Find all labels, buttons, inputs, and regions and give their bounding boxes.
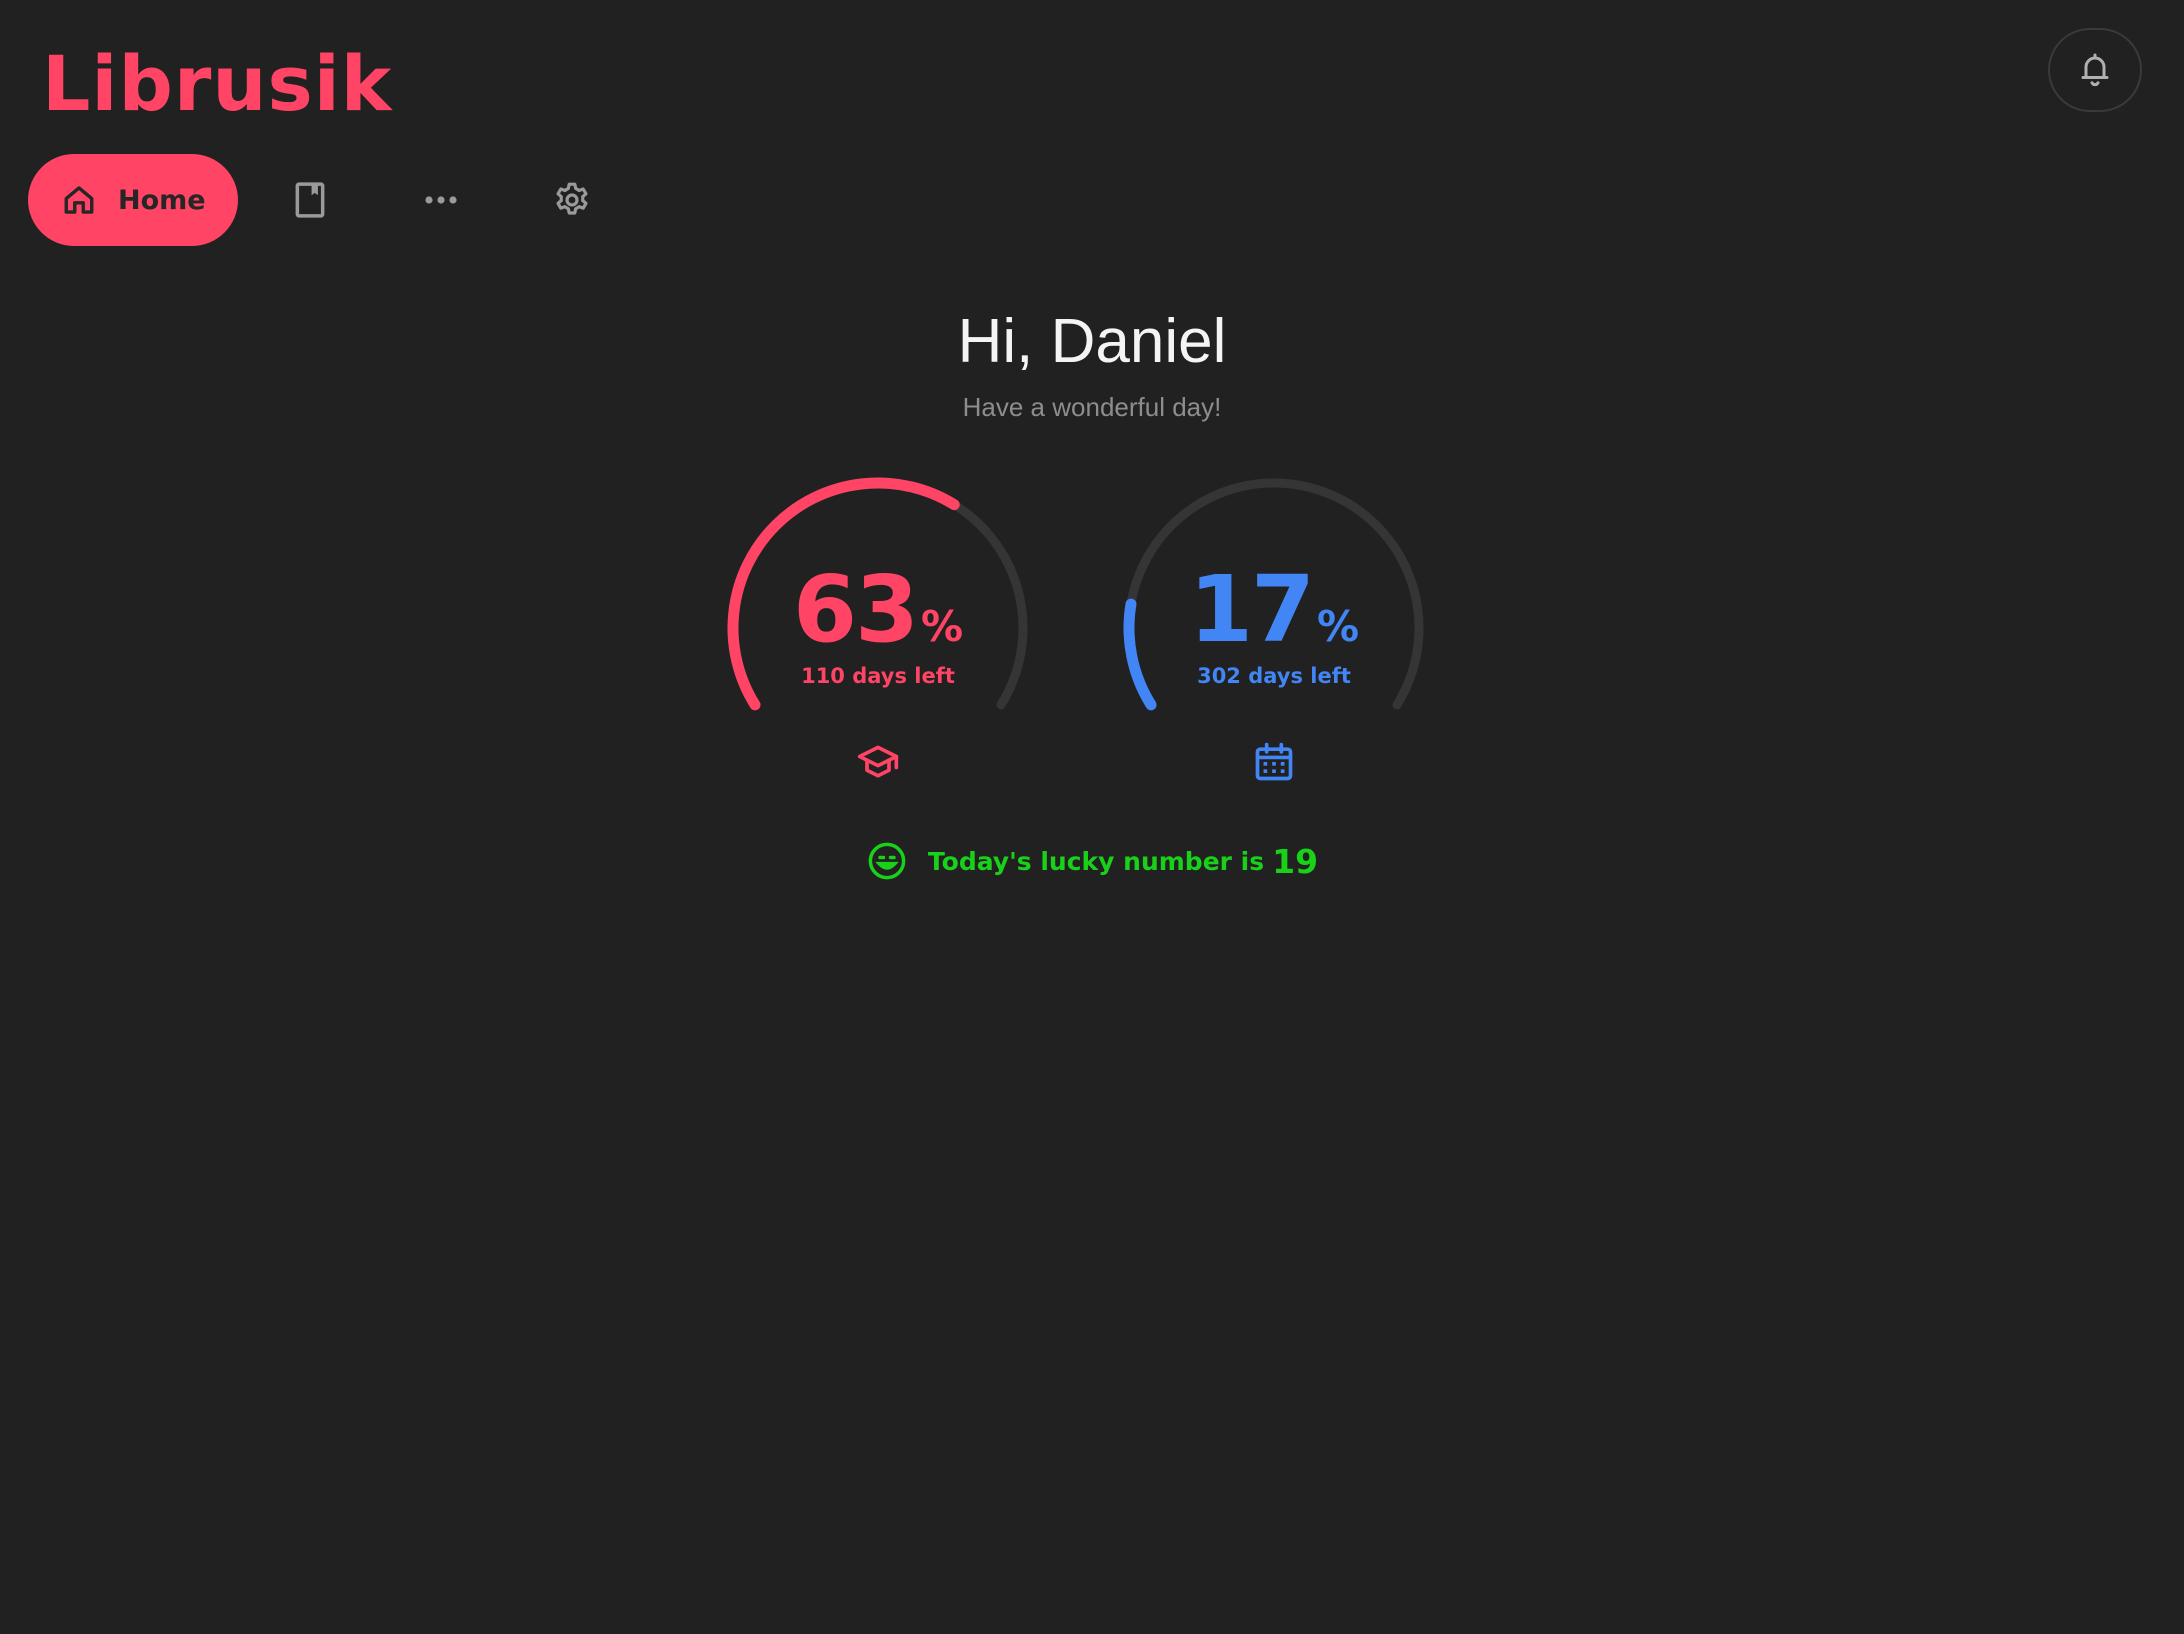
nav-item-settings[interactable] [542,170,602,230]
lucky-number-text: Today's lucky number is [927,846,1265,876]
nav-item-books[interactable] [280,170,340,230]
greeting-title: Hi, Daniel [957,307,1227,376]
nav-item-more[interactable] [411,170,471,230]
school-progress-number: 63 [792,556,919,663]
nav-item-home-label: Home [118,184,206,216]
year-progress-number: 17 [1188,556,1315,663]
nav-item-home[interactable]: Home [28,154,238,246]
calendar-icon [1255,742,1293,781]
book-icon [295,182,325,218]
more-dots-icon [425,196,457,204]
lucky-number-value: 19 [1272,841,1319,881]
school-progress-value: 63% [718,560,1038,660]
school-progress-unit: % [920,602,964,651]
school-progress-caption: 110 days left [801,664,955,688]
smile-icon [868,842,906,880]
bell-icon [2081,53,2109,87]
school-progress-ring: 63% 110 days left [718,468,1038,788]
app-logo: Librusik [42,39,393,128]
notifications-button[interactable] [2048,28,2142,112]
year-progress-caption: 302 days left [1197,664,1351,688]
year-progress-unit: % [1316,602,1360,651]
greeting-subtitle: Have a wonderful day! [962,392,1222,422]
lucky-number-banner: Today's lucky number is 19 [0,840,2184,882]
year-progress-ring: 17% 302 days left [1114,468,1434,788]
home-icon [64,186,94,214]
year-progress-value: 17% [1114,560,1434,660]
gear-icon [556,182,588,215]
graduation-cap-icon [857,745,899,778]
